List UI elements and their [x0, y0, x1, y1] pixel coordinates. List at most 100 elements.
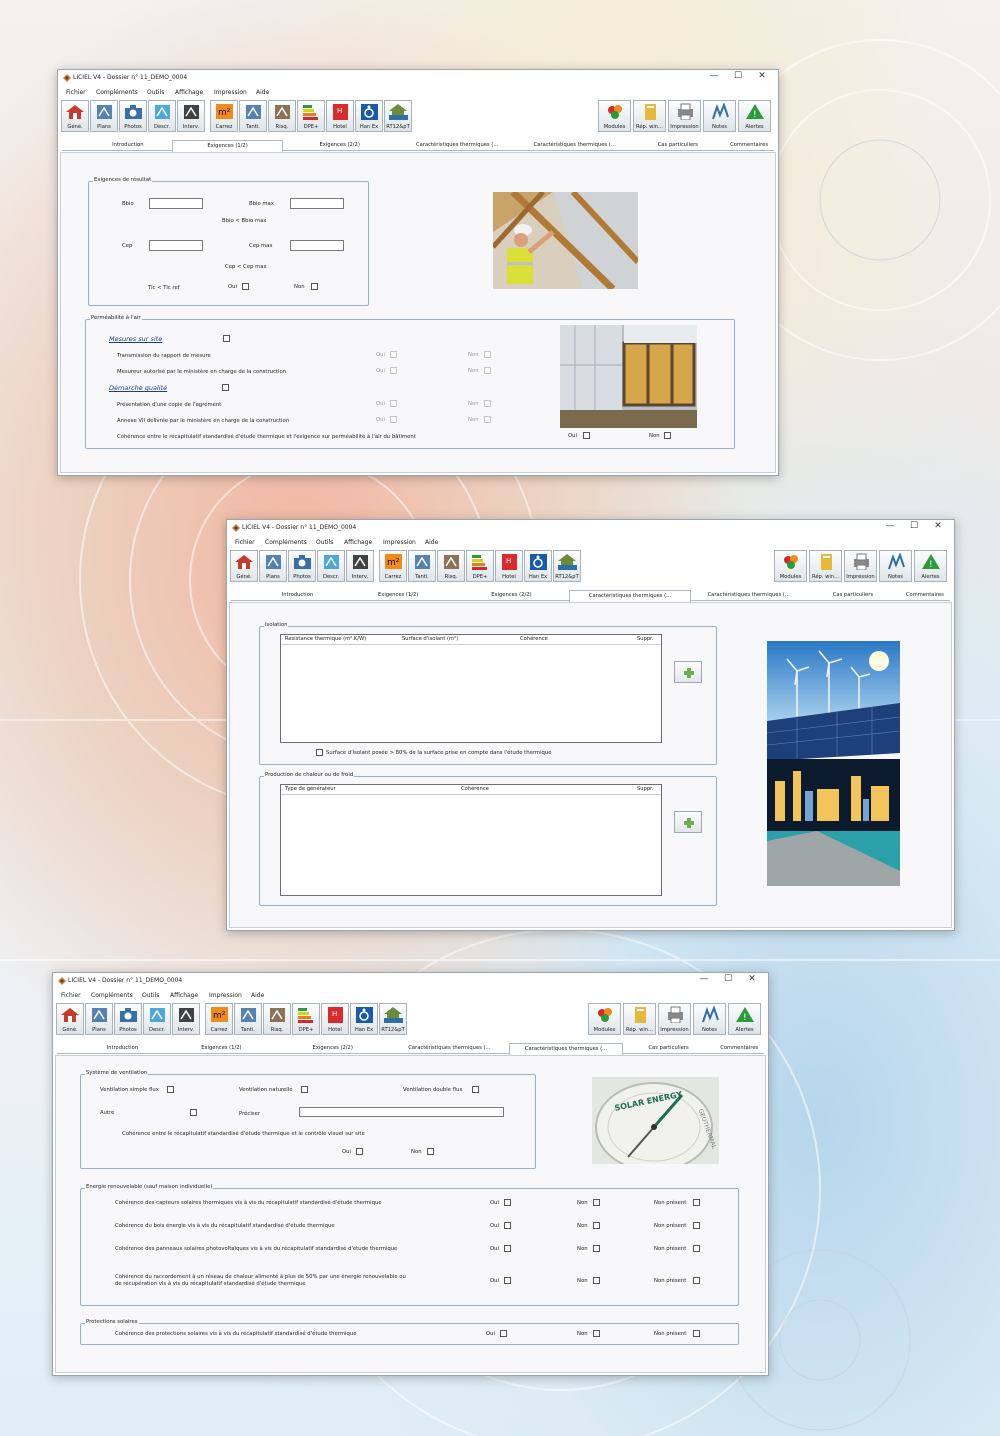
toolbar-button-hanex[interactable]: Han Ex	[524, 550, 552, 582]
mesureur-oui-checkbox[interactable]	[390, 367, 397, 374]
toolbar-button-interv[interactable]: Interv.	[177, 100, 205, 132]
tab-1[interactable]: Introduction	[78, 1043, 166, 1054]
toolbar-button-tanti[interactable]: Tanti.	[239, 100, 267, 132]
toolbar-button-hanex[interactable]: Han Ex	[355, 100, 383, 132]
col-surface[interactable]: Surface d'isolant (m²)	[402, 635, 458, 644]
toolbar-button-descr[interactable]: Descr.	[148, 100, 176, 132]
toolbar-button-gn[interactable]: Géné.	[230, 550, 258, 582]
toolbar-button-rt12pt[interactable]: RT12&pT	[379, 1003, 407, 1035]
bbio-input[interactable]	[149, 198, 203, 209]
ventilation-naturelle-checkbox[interactable]	[301, 1086, 308, 1093]
demarche-checkbox[interactable]	[222, 384, 229, 391]
tab-5[interactable]: Caractéristiques thermiques (...	[691, 590, 806, 601]
menu-affichage[interactable]: Affichage	[344, 539, 372, 546]
mesures-checkbox[interactable]	[223, 335, 230, 342]
menu-aide[interactable]: Aide	[425, 539, 438, 546]
toolbar-button-tanti[interactable]: Tanti.	[408, 550, 436, 582]
menu-fichier[interactable]: Fichier	[235, 539, 255, 546]
transmission-oui-checkbox[interactable]	[390, 351, 397, 358]
menu-outils[interactable]: Outils	[316, 539, 333, 546]
toolbar-button-photos[interactable]: Photos	[288, 550, 316, 582]
maximize-button[interactable]: ☐	[716, 974, 740, 984]
toolbar-button-hotel[interactable]: H Hotel	[321, 1003, 349, 1035]
toolbar-button-rt12pt[interactable]: RT12&pT	[553, 550, 581, 582]
col-type-generateur[interactable]: Type de générateur	[285, 785, 336, 794]
menu-outils[interactable]: Outils	[142, 992, 159, 999]
menu-complments[interactable]: Compléments	[96, 89, 138, 96]
coherence-non-checkbox[interactable]	[664, 432, 671, 439]
agrement-oui-checkbox[interactable]	[390, 400, 397, 407]
coherence-oui-checkbox[interactable]	[583, 432, 590, 439]
isolation-grid[interactable]: Resistance thermique (m².K/W) Surface d'…	[280, 634, 662, 743]
minimize-button[interactable]: —	[878, 521, 902, 531]
menu-affichage[interactable]: Affichage	[175, 89, 203, 96]
toolbar-button-carrez[interactable]: m² Carrez	[210, 100, 238, 132]
tic-non-checkbox[interactable]	[311, 283, 318, 290]
transmission-non-checkbox[interactable]	[484, 351, 491, 358]
col-suppr[interactable]: Suppr.	[637, 785, 653, 794]
protections-non-present-checkbox[interactable]	[693, 1330, 700, 1337]
tab-4[interactable]: Caractéristiques thermiques (...	[397, 140, 518, 151]
toolbar-button-plans[interactable]: Plans	[259, 550, 287, 582]
tab-3[interactable]: Exigences (2/2)	[283, 140, 397, 151]
energie-non-checkbox[interactable]	[593, 1277, 600, 1284]
toolbar-button-risq[interactable]: Risq.	[263, 1003, 291, 1035]
toolbar-button-plans[interactable]: Plans	[85, 1003, 113, 1035]
energie-non-checkbox[interactable]	[593, 1199, 600, 1206]
toolbar-button-risq[interactable]: Risq.	[268, 100, 296, 132]
toolbar-button-impression[interactable]: Impression	[668, 100, 701, 132]
agrement-non-checkbox[interactable]	[484, 400, 491, 407]
ventilation-oui-checkbox[interactable]	[356, 1148, 363, 1155]
toolbar-button-rpwin[interactable]: Rép. win...	[623, 1003, 656, 1035]
tab-4[interactable]: Caractéristiques thermiques (...	[389, 1043, 509, 1054]
toolbar-button-gn[interactable]: Géné.	[56, 1003, 84, 1035]
toolbar-button-notes[interactable]: Notes	[879, 550, 912, 582]
toolbar-button-plans[interactable]: Plans	[90, 100, 118, 132]
menu-aide[interactable]: Aide	[256, 89, 269, 96]
toolbar-button-impression[interactable]: Impression	[658, 1003, 691, 1035]
menu-complments[interactable]: Compléments	[91, 992, 133, 999]
tab-3[interactable]: Exigences (2/2)	[276, 1043, 389, 1054]
col-suppr[interactable]: Suppr.	[637, 635, 653, 644]
toolbar-button-hanex[interactable]: Han Ex	[350, 1003, 378, 1035]
add-isolation-button[interactable]	[674, 661, 702, 683]
toolbar-button-modules[interactable]: Modules	[598, 100, 631, 132]
menu-affichage[interactable]: Affichage	[170, 992, 198, 999]
tab-2[interactable]: Exigences (1/2)	[172, 140, 283, 152]
toolbar-button-interv[interactable]: Interv.	[172, 1003, 200, 1035]
close-button[interactable]: ✕	[740, 974, 764, 984]
toolbar-button-carrez[interactable]: m² Carrez	[379, 550, 407, 582]
toolbar-button-hotel[interactable]: H Hotel	[326, 100, 354, 132]
toolbar-button-gn[interactable]: Géné.	[61, 100, 89, 132]
menu-fichier[interactable]: Fichier	[61, 992, 81, 999]
energie-oui-checkbox[interactable]	[504, 1199, 511, 1206]
tab-5[interactable]: Caractéristiques thermiques (...	[509, 1043, 623, 1055]
vmc-simple-checkbox[interactable]	[167, 1086, 174, 1093]
toolbar-button-impression[interactable]: Impression	[844, 550, 877, 582]
toolbar-button-alertes[interactable]: ! Alertes	[728, 1003, 761, 1035]
tab-2[interactable]: Exigences (1/2)	[167, 1043, 277, 1054]
energie-oui-checkbox[interactable]	[504, 1245, 511, 1252]
toolbar-button-rpwin[interactable]: Rép. win...	[809, 550, 842, 582]
energie-oui-checkbox[interactable]	[504, 1277, 511, 1284]
menu-impression[interactable]: Impression	[209, 992, 242, 999]
ventilation-non-checkbox[interactable]	[427, 1148, 434, 1155]
toolbar-button-hotel[interactable]: H Hotel	[495, 550, 523, 582]
energie-non-present-checkbox[interactable]	[693, 1199, 700, 1206]
menu-impression[interactable]: Impression	[383, 539, 416, 546]
toolbar-button-rpwin[interactable]: Rép. win...	[633, 100, 666, 132]
menu-aide[interactable]: Aide	[251, 992, 264, 999]
energie-non-present-checkbox[interactable]	[693, 1222, 700, 1229]
cep-max-input[interactable]	[290, 240, 344, 251]
tab-1[interactable]: Introduction	[253, 590, 343, 601]
protections-non-checkbox[interactable]	[593, 1330, 600, 1337]
toolbar-button-descr[interactable]: Descr.	[317, 550, 345, 582]
tic-oui-checkbox[interactable]	[242, 283, 249, 290]
surface-80-checkbox[interactable]	[316, 749, 323, 756]
energie-non-present-checkbox[interactable]	[693, 1245, 700, 1252]
annexe-oui-checkbox[interactable]	[390, 416, 397, 423]
toolbar-button-dpe[interactable]: DPE+	[292, 1003, 320, 1035]
tab-7[interactable]: Commentaires	[724, 140, 774, 151]
close-button[interactable]: ✕	[750, 71, 774, 81]
toolbar-button-modules[interactable]: Modules	[588, 1003, 621, 1035]
